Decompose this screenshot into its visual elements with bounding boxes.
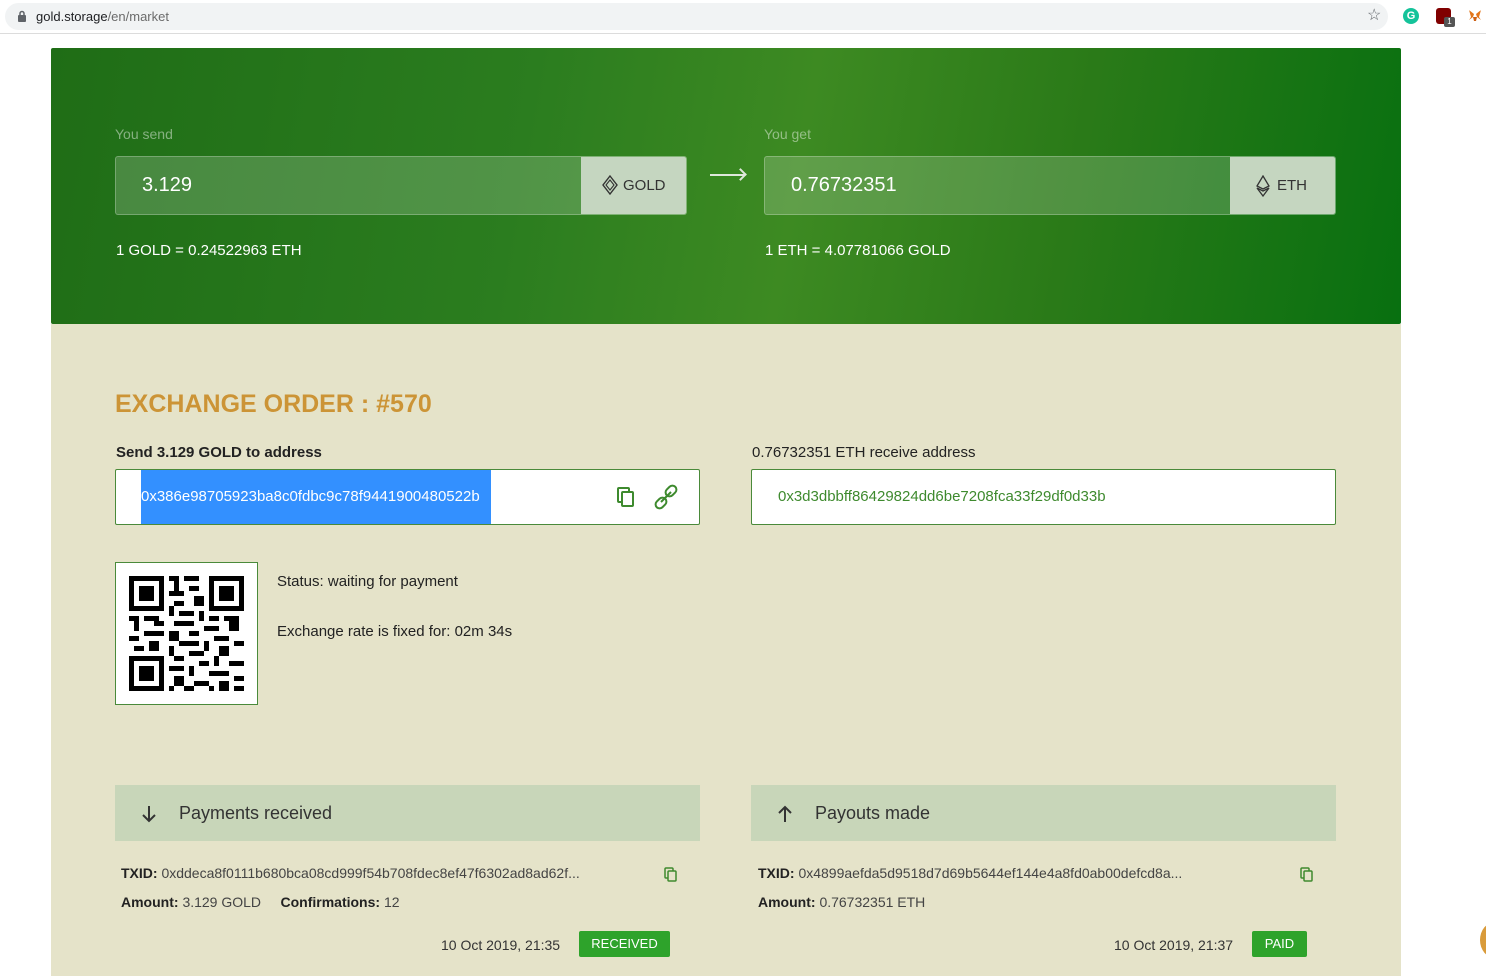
metamask-extension-icon[interactable] — [1467, 8, 1483, 24]
ublock-extension-icon[interactable]: 1 — [1436, 8, 1455, 27]
chat-widget-button[interactable] — [1480, 922, 1486, 958]
address-bar[interactable]: gold.storage/en/market ☆ — [5, 3, 1388, 30]
copy-icon[interactable] — [663, 866, 679, 882]
get-currency-label: ETH — [1277, 177, 1307, 194]
payout-date: 10 Oct 2019, 21:37 — [1114, 937, 1234, 953]
receive-address-field[interactable]: 0x3d3dbbff86429824dd6be7208fca33f29df0d3… — [751, 469, 1336, 525]
lock-icon — [18, 10, 26, 22]
send-address-field[interactable]: 0x386e98705923ba8c0fdbc9c78f944190048052… — [115, 469, 700, 525]
payment-date: 10 Oct 2019, 21:35 — [441, 937, 561, 953]
arrow-down-icon — [142, 806, 156, 823]
order-title: EXCHANGE ORDER : #570 — [115, 390, 432, 418]
gold-diamond-icon — [602, 175, 618, 195]
browser-toolbar: gold.storage/en/market ☆ G 1 — [0, 0, 1486, 34]
payouts-made-title: Payouts made — [815, 803, 931, 823]
qr-code — [115, 562, 258, 705]
arrow-right-icon — [710, 174, 744, 176]
payments-received-title: Payments received — [179, 803, 333, 823]
get-amount-value: 0.76732351 — [791, 174, 897, 196]
get-amount-field[interactable]: 0.76732351 ETH — [764, 156, 1336, 215]
status-badge-paid: PAID — [1252, 931, 1307, 957]
payout-amount: Amount: 0.76732351 ETH — [758, 894, 926, 910]
payout-txid: TXID: 0x4899aefda5d9518d7d69b5644ef144e4… — [758, 865, 1183, 881]
send-currency-label: GOLD — [623, 177, 666, 194]
copy-icon[interactable] — [1299, 866, 1315, 882]
grammarly-extension-icon[interactable]: G — [1403, 8, 1419, 24]
get-label: You get — [764, 126, 811, 142]
send-address-value[interactable]: 0x386e98705923ba8c0fdbc9c78f944190048052… — [141, 470, 491, 524]
payouts-made-header: Payouts made — [751, 785, 1336, 841]
order-status: Status: waiting for payment — [277, 573, 458, 590]
receive-address-label: 0.76732351 ETH receive address — [752, 444, 976, 461]
send-amount-value: 3.129 — [142, 174, 193, 196]
get-rate: 1 ETH = 4.07781066 GOLD — [765, 242, 951, 259]
link-icon[interactable] — [653, 484, 679, 510]
payment-amount: Amount: 3.129 GOLD Confirmations: 12 — [121, 894, 400, 910]
arrow-up-icon — [778, 805, 792, 822]
send-address-label: Send 3.129 GOLD to address — [116, 444, 322, 461]
bookmark-star-icon[interactable]: ☆ — [1367, 8, 1381, 24]
exchange-hero: You send 3.129 GOLD You get 0.76732351 E… — [51, 48, 1401, 324]
send-amount-field[interactable]: 3.129 GOLD — [115, 156, 687, 215]
status-badge-received: RECEIVED — [579, 931, 670, 957]
url-text: gold.storage/en/market — [36, 9, 169, 24]
payment-txid: TXID: 0xddeca8f0111b680bca08cd999f54b708… — [121, 865, 580, 881]
send-rate: 1 GOLD = 0.24522963 ETH — [116, 242, 302, 259]
rate-fixed-timer: Exchange rate is fixed for: 02m 34s — [277, 623, 513, 640]
send-label: You send — [115, 126, 173, 142]
eth-icon — [1256, 175, 1270, 197]
copy-icon[interactable] — [613, 484, 639, 510]
order-section: EXCHANGE ORDER : #570 Send 3.129 GOLD to… — [51, 324, 1401, 976]
get-currency-selector[interactable]: ETH — [1230, 157, 1335, 214]
receive-address-value: 0x3d3dbbff86429824dd6be7208fca33f29df0d3… — [778, 488, 1106, 505]
payments-received-header: Payments received — [115, 785, 700, 841]
send-currency-selector[interactable]: GOLD — [581, 157, 686, 214]
